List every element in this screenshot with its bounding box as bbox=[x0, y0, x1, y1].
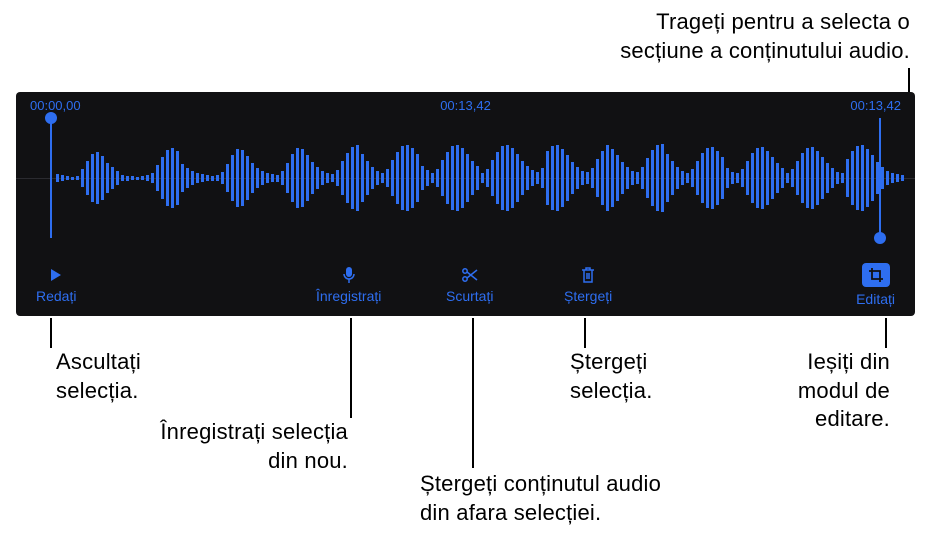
time-start: 00:00,00 bbox=[30, 98, 81, 113]
callout-listen: Ascultați selecția. bbox=[56, 348, 141, 405]
crop-icon bbox=[862, 263, 890, 287]
selection-handle-left-dot[interactable] bbox=[45, 112, 57, 124]
record-button[interactable]: Înregistrați bbox=[316, 266, 381, 304]
leader-listen bbox=[50, 318, 52, 348]
audio-editor-panel: 00:00,00 00:13,42 00:13,42 Redați bbox=[16, 92, 915, 316]
leader-trim bbox=[472, 318, 474, 468]
selection-handle-left[interactable] bbox=[50, 118, 52, 238]
trim-label: Scurtați bbox=[446, 288, 493, 304]
waveform bbox=[56, 118, 875, 238]
time-bar: 00:00,00 00:13,42 00:13,42 bbox=[16, 92, 915, 118]
trim-button[interactable]: Scurtați bbox=[446, 266, 493, 304]
edit-button[interactable]: Editați bbox=[856, 263, 895, 307]
callout-rerecord: Înregistrați selecția din nou. bbox=[138, 418, 348, 475]
leader-rerecord bbox=[350, 318, 352, 418]
trash-icon bbox=[580, 266, 596, 284]
time-current: 00:13,42 bbox=[440, 98, 491, 113]
leader-exit bbox=[885, 318, 887, 348]
microphone-icon bbox=[341, 266, 357, 284]
delete-label: Ștergeți bbox=[564, 288, 612, 304]
play-label: Redați bbox=[36, 288, 76, 304]
delete-button[interactable]: Ștergeți bbox=[564, 266, 612, 304]
record-label: Înregistrați bbox=[316, 288, 381, 304]
edit-label: Editați bbox=[856, 291, 895, 307]
selection-handle-right-dot[interactable] bbox=[874, 232, 886, 244]
callout-drag-select: Trageți pentru a selecta o secțiune a co… bbox=[500, 8, 910, 65]
scissors-icon bbox=[461, 266, 479, 284]
callout-delete: Ștergeți selecția. bbox=[570, 348, 653, 405]
callout-trim: Ștergeți conținutul audio din afara sele… bbox=[420, 470, 661, 527]
callout-exit: Ieșiți din modul de editare. bbox=[770, 348, 890, 434]
leader-delete bbox=[584, 318, 586, 348]
play-icon bbox=[48, 266, 64, 284]
selection-handle-right[interactable] bbox=[879, 118, 881, 238]
time-end: 00:13,42 bbox=[850, 98, 901, 113]
editor-toolbar: Redați Înregistrați Scurtați bbox=[16, 254, 915, 316]
waveform-area[interactable] bbox=[16, 118, 915, 238]
play-button[interactable]: Redați bbox=[36, 266, 76, 304]
